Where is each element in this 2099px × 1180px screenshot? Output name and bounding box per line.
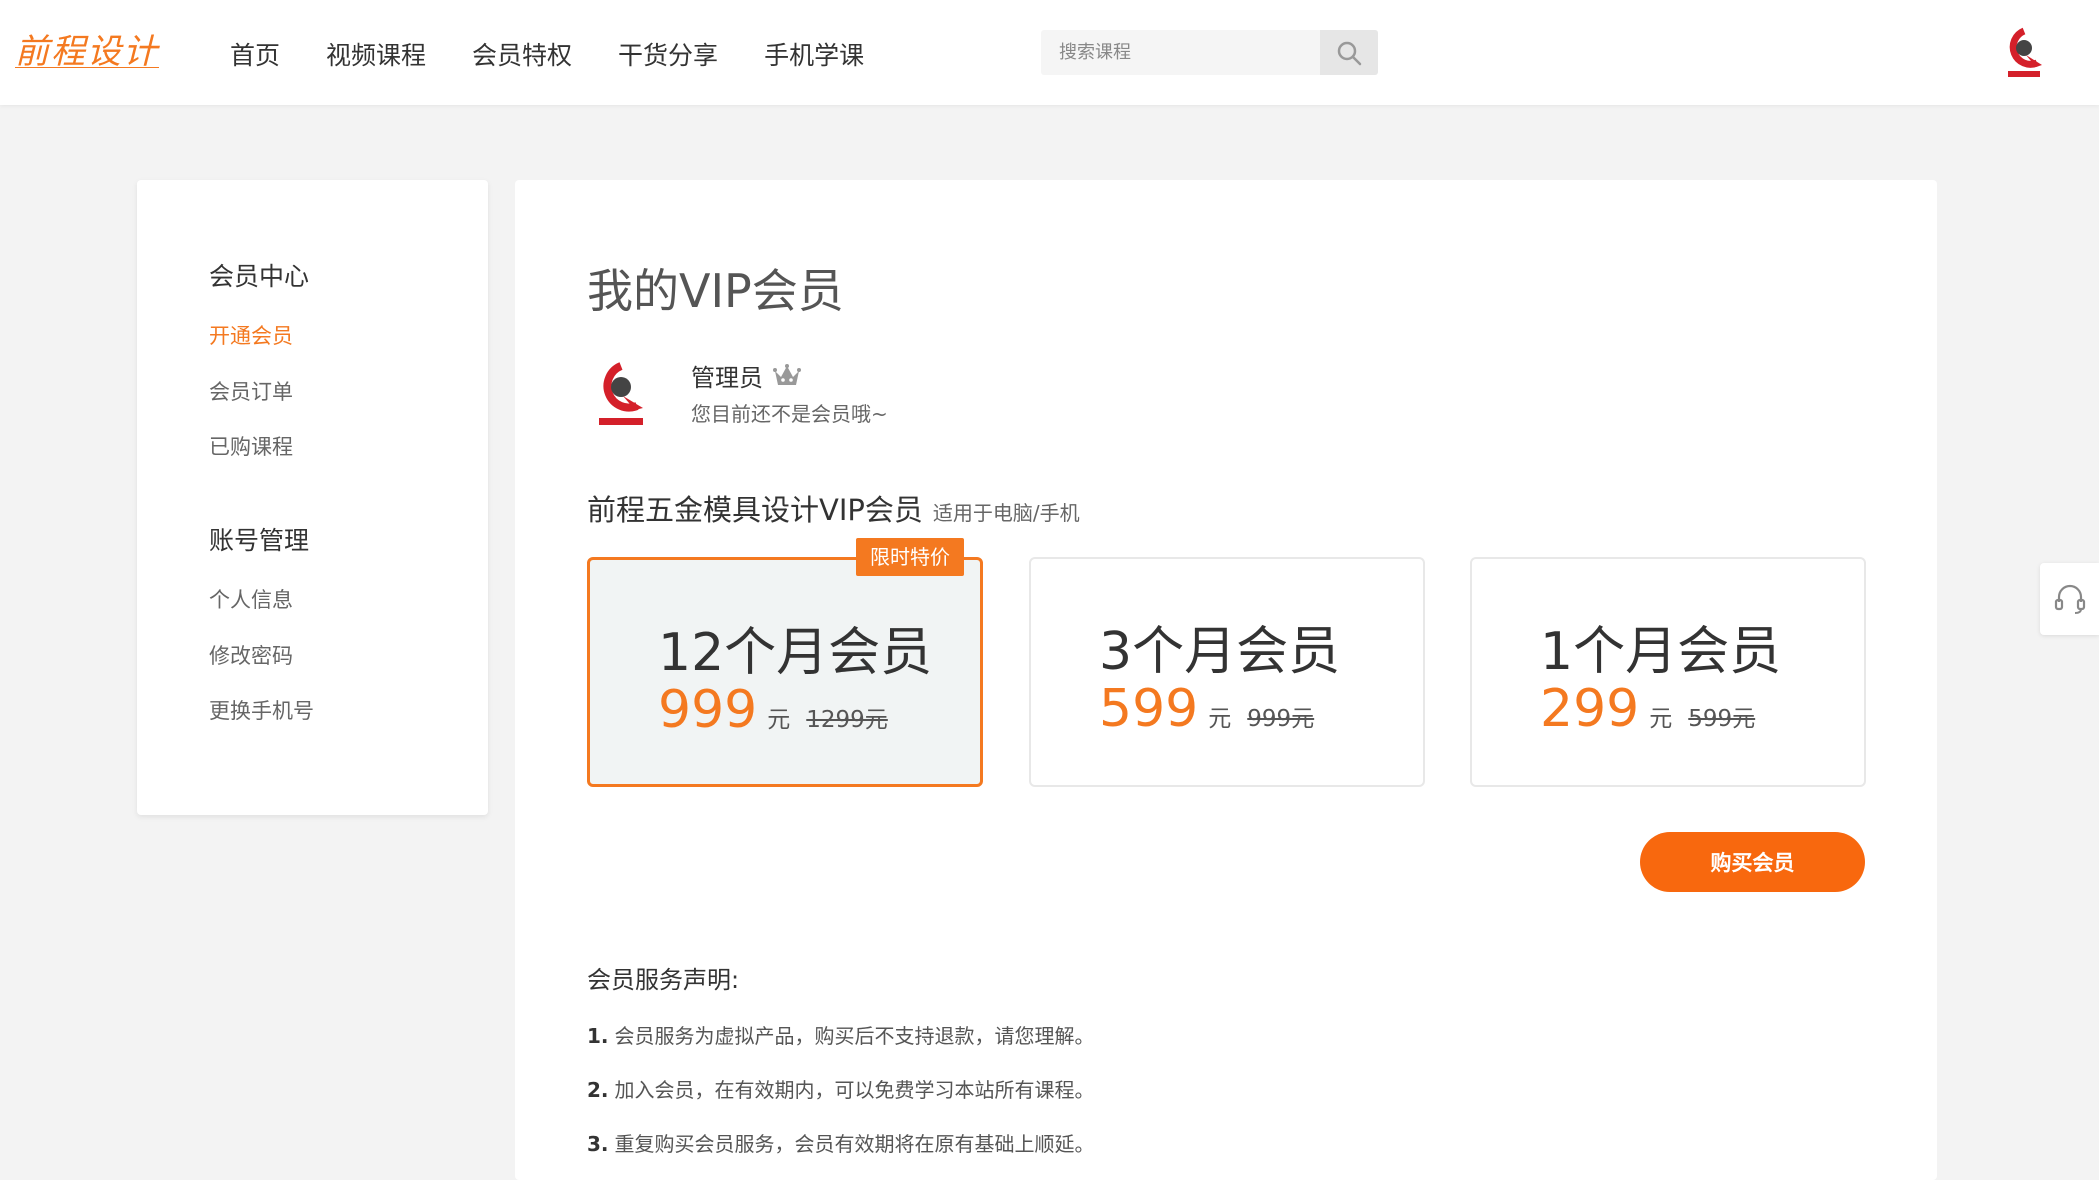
notice-number: 1. xyxy=(587,1024,609,1048)
nav-mobile-learning[interactable]: 手机学课 xyxy=(764,36,864,72)
notice-number: 3. xyxy=(587,1132,609,1156)
limited-offer-badge: 限时特价 xyxy=(856,538,964,576)
plan-original-price: 1299元 xyxy=(806,707,888,733)
plan-price: 599 xyxy=(1099,679,1199,739)
main-nav: 首页 视频课程 会员特权 干货分享 手机学课 xyxy=(230,36,910,72)
plan-name: 1个月会员 xyxy=(1540,622,1782,682)
crown-icon xyxy=(773,363,801,385)
search-button[interactable] xyxy=(1320,30,1378,75)
plan-original-price: 999元 xyxy=(1247,706,1315,732)
user-name: 管理员 xyxy=(691,364,763,392)
search-input[interactable] xyxy=(1041,30,1320,75)
vip-panel: 我的VIP会员 管理员 您目前还不是会员哦~ 前程五金模具设计VIP会员 适用于电… xyxy=(515,180,1937,1180)
sidebar-item-change-phone[interactable]: 更换手机号 xyxy=(209,695,314,725)
member-sidebar: 会员中心 开通会员 会员订单 已购课程 账号管理 个人信息 修改密码 更换手机号 xyxy=(137,180,488,815)
plan-price-row: 299 元 599元 xyxy=(1540,679,1755,739)
notice-number: 2. xyxy=(587,1078,609,1102)
notice-text: 加入会员，在有效期内，可以免费学习本站所有课程。 xyxy=(614,1078,1095,1102)
user-name-row: 管理员 xyxy=(691,358,801,393)
search-box xyxy=(1041,30,1378,75)
plan-unit: 元 xyxy=(1208,706,1232,732)
sidebar-group-member-center: 会员中心 xyxy=(209,262,310,291)
customer-service-button[interactable] xyxy=(2040,563,2099,635)
vip-plan-subtitle: 适用于电脑/手机 xyxy=(932,501,1080,525)
sidebar-item-member-orders[interactable]: 会员订单 xyxy=(209,376,293,406)
buy-membership-button[interactable]: 购买会员 xyxy=(1640,832,1865,892)
sidebar-item-open-membership[interactable]: 开通会员 xyxy=(209,320,293,350)
service-notice-item: 1. 会员服务为虚拟产品，购买后不支持退款，请您理解。 xyxy=(587,1020,1095,1049)
sidebar-item-purchased-courses[interactable]: 已购课程 xyxy=(209,431,293,461)
plan-unit: 元 xyxy=(1649,706,1673,732)
nav-home[interactable]: 首页 xyxy=(230,36,280,72)
nav-articles[interactable]: 干货分享 xyxy=(618,36,718,72)
plan-name: 3个月会员 xyxy=(1099,622,1341,682)
membership-status: 您目前还不是会员哦~ xyxy=(691,402,888,426)
search-icon xyxy=(1337,41,1362,65)
plan-card-12-months[interactable]: 限时特价 12个月会员 999 元 1299元 xyxy=(587,538,983,787)
plan-card-3-months[interactable]: 3个月会员 599 元 999元 xyxy=(1029,557,1425,787)
plan-price-row: 599 元 999元 xyxy=(1099,679,1314,739)
plan-price: 299 xyxy=(1540,679,1640,739)
plan-price-row: 999 元 1299元 xyxy=(658,680,888,740)
plan-unit: 元 xyxy=(767,707,791,733)
sidebar-item-change-password[interactable]: 修改密码 xyxy=(209,640,293,670)
page-title: 我的VIP会员 xyxy=(587,264,844,318)
plan-price: 999 xyxy=(658,680,758,740)
user-avatar xyxy=(599,362,643,425)
nav-member-privileges[interactable]: 会员特权 xyxy=(472,36,572,72)
notice-text: 重复购买会员服务，会员有效期将在原有基础上顺延。 xyxy=(614,1132,1095,1156)
top-header: 前程设计 首页 视频课程 会员特权 干货分享 手机学课 xyxy=(0,0,2099,105)
plan-card-1-month[interactable]: 1个月会员 299 元 599元 xyxy=(1470,557,1866,787)
nav-video-courses[interactable]: 视频课程 xyxy=(326,36,426,72)
service-notice-title: 会员服务声明: xyxy=(587,966,740,994)
notice-text: 会员服务为虚拟产品，购买后不支持退款，请您理解。 xyxy=(614,1024,1095,1048)
header-avatar[interactable] xyxy=(1996,25,2052,81)
vip-plan-title: 前程五金模具设计VIP会员 xyxy=(587,493,923,527)
vip-plan-heading: 前程五金模具设计VIP会员 适用于电脑/手机 xyxy=(587,487,1080,529)
sidebar-item-profile[interactable]: 个人信息 xyxy=(209,584,293,614)
service-notice-item: 2. 加入会员，在有效期内，可以免费学习本站所有课程。 xyxy=(587,1074,1095,1103)
headset-icon xyxy=(2054,584,2085,614)
service-notice-item: 3. 重复购买会员服务，会员有效期将在原有基础上顺延。 xyxy=(587,1128,1095,1157)
plan-original-price: 599元 xyxy=(1688,706,1756,732)
site-logo[interactable]: 前程设计 xyxy=(15,24,159,73)
sidebar-group-account: 账号管理 xyxy=(209,526,310,555)
plan-name: 12个月会员 xyxy=(658,623,933,683)
